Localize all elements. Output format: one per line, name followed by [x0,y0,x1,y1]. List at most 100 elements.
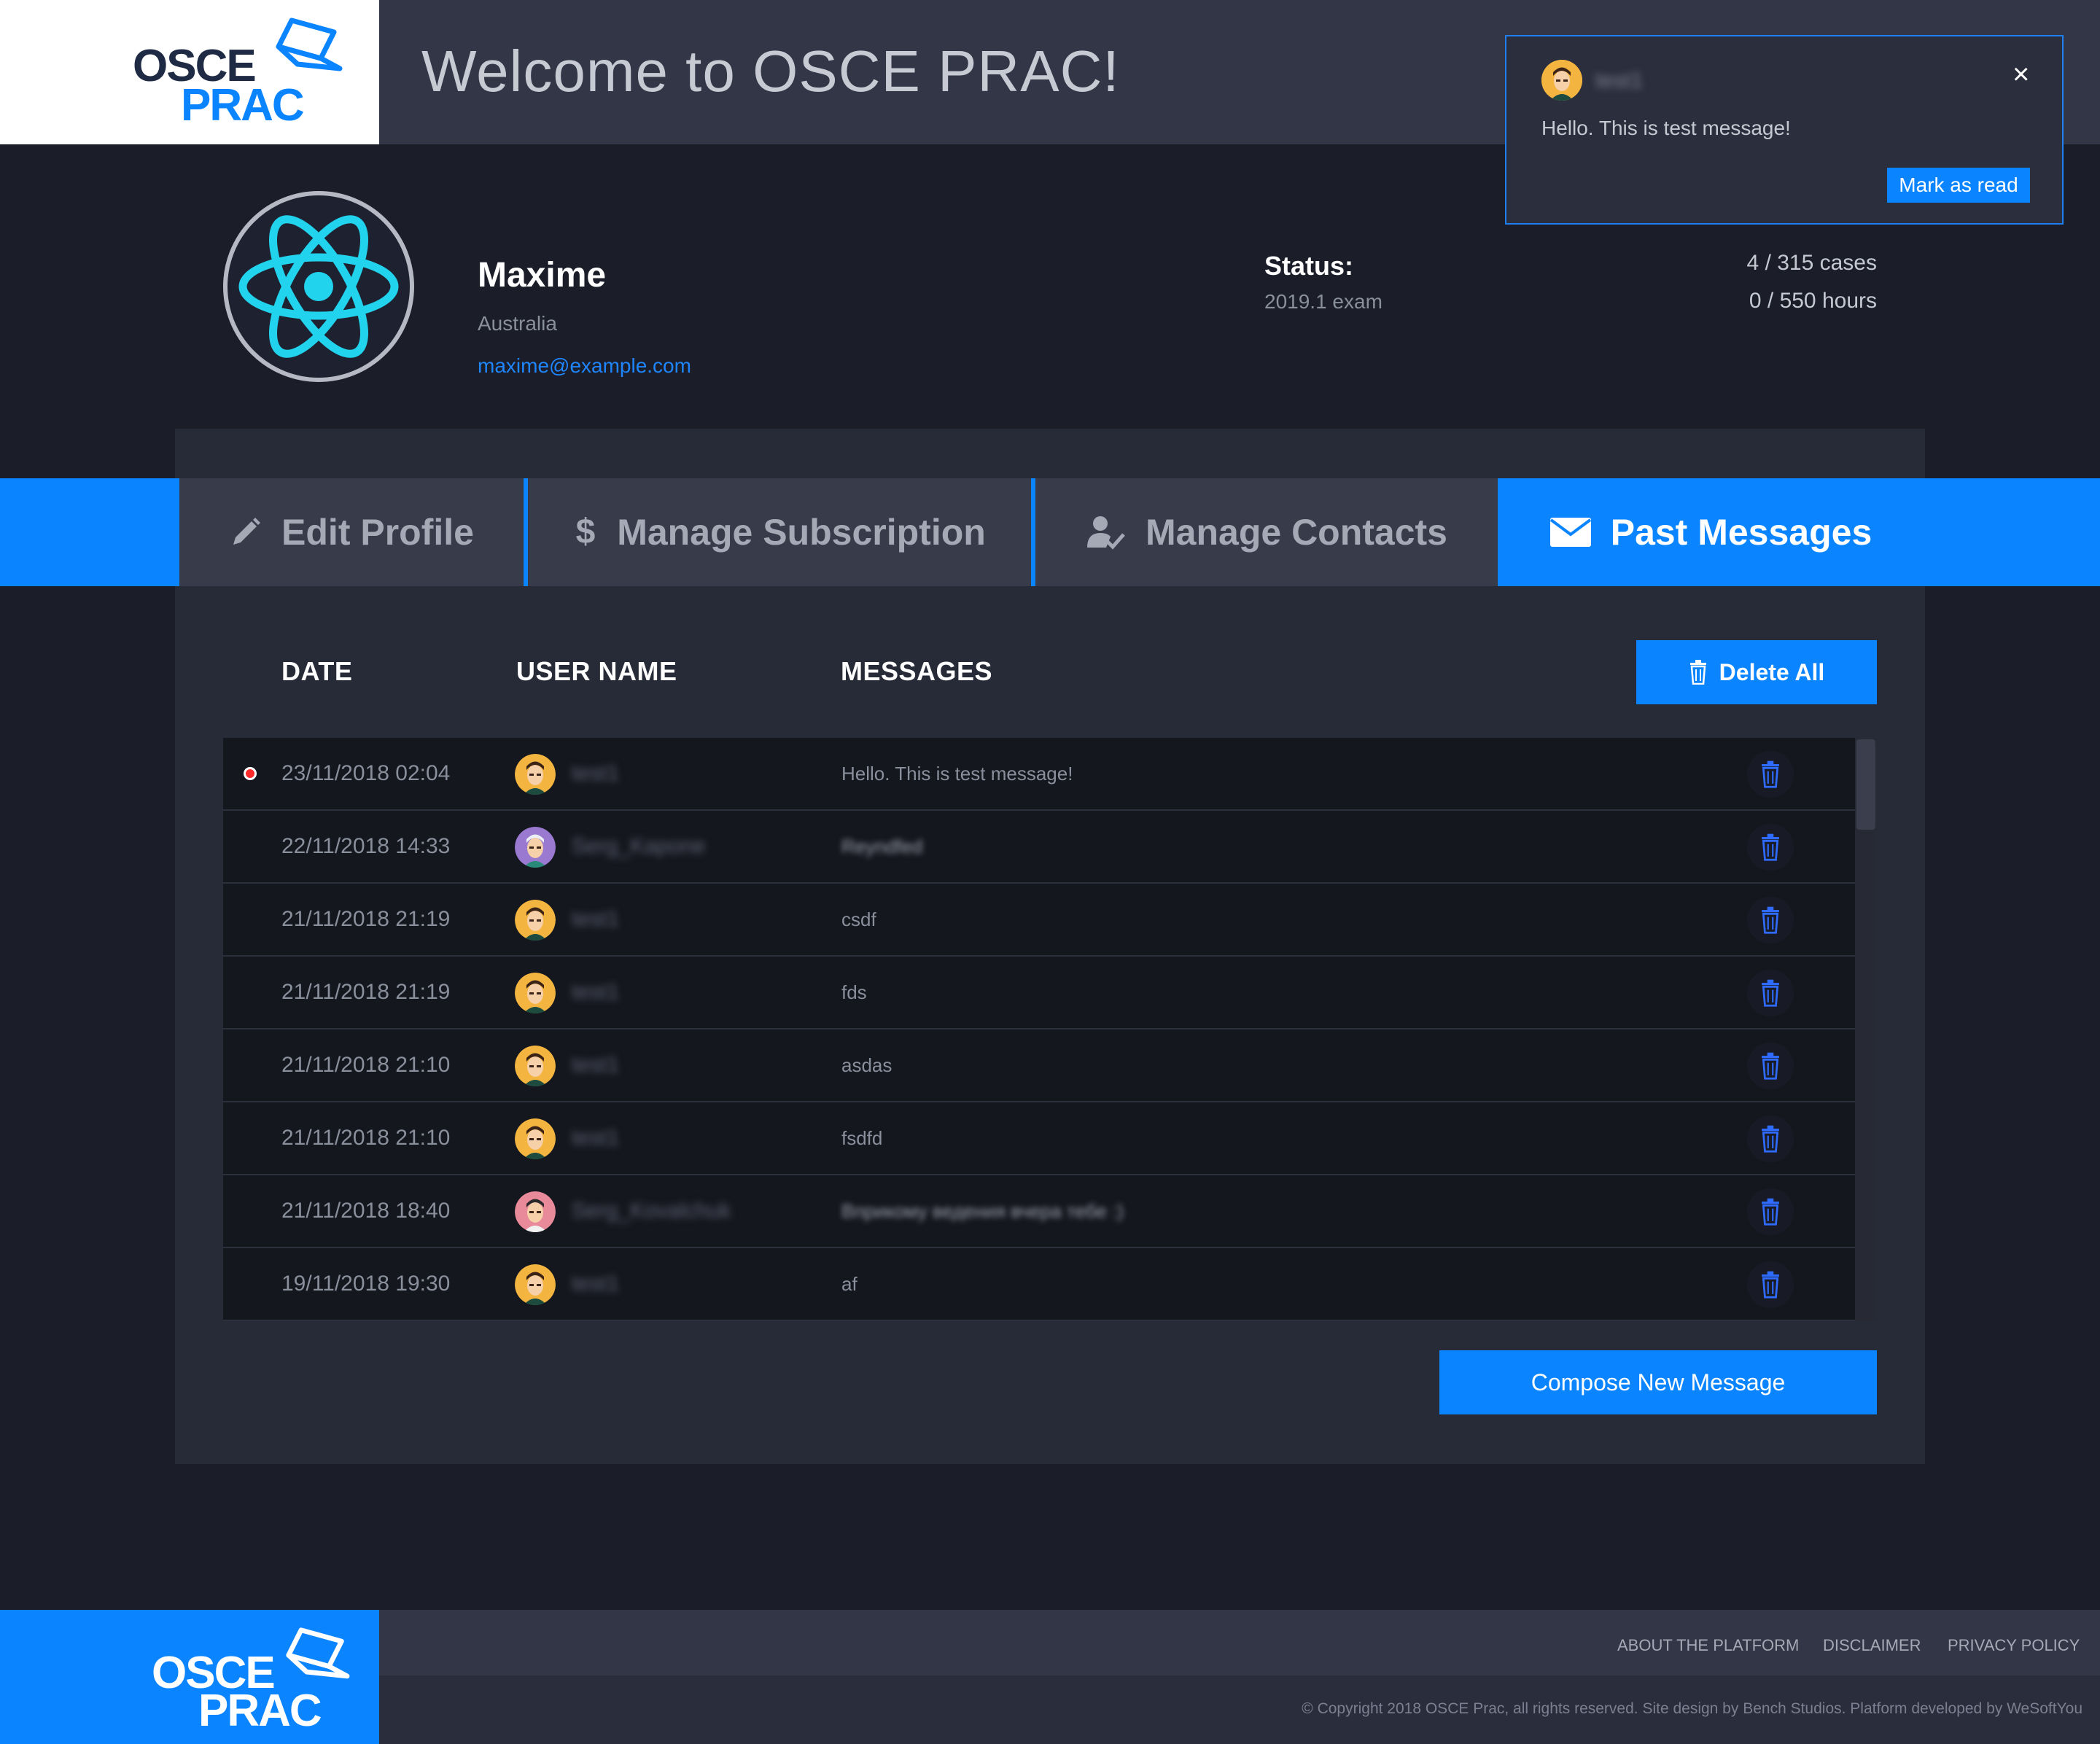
trash-icon [1762,760,1779,788]
row-username: Serg_Kapone [572,834,706,858]
row-avatar [515,1046,556,1086]
laptop-logo-icon [276,17,343,71]
row-avatar [515,1191,556,1232]
row-message: Hello. This is test message! [841,763,1073,785]
row-date: 23/11/2018 02:04 [281,761,451,785]
table-row[interactable]: 19/11/2018 19:30 test1 af [223,1248,1855,1321]
table-row[interactable]: 23/11/2018 02:04 test1 Hello. This is test… [223,738,1855,811]
footer-link-about[interactable]: ABOUT THE PLATFORM [1617,1636,1799,1655]
trash-icon [1762,979,1779,1007]
row-message: asdas [841,1054,892,1076]
tab-manage-contacts[interactable]: Manage Contacts [1035,478,1498,586]
avatar-face-icon [515,827,556,868]
tab-manage-subscription[interactable]: $ Manage Subscription [528,478,1031,586]
table-row[interactable]: 21/11/2018 21:19 test1 fds [223,957,1855,1029]
column-header-date: DATE [281,656,353,686]
notification-avatar [1541,60,1582,101]
row-username: Serg_Kovalchuk [572,1199,731,1223]
delete-all-button[interactable]: Delete All [1636,640,1877,704]
status-value: 2019.1 exam [1264,290,1382,313]
column-header-messages: MESSAGES [841,656,993,686]
row-avatar [515,1118,556,1159]
row-avatar [515,827,556,868]
delete-row-button[interactable] [1747,1116,1794,1162]
trash-icon [1689,660,1706,685]
delete-row-button[interactable] [1747,897,1794,943]
avatar-face-icon [515,1264,556,1305]
react-logo-icon [238,215,399,358]
row-message: fsdfd [841,1127,883,1149]
tab-label: Edit Profile [281,512,474,553]
tab-past-messages[interactable]: Past Messages [1501,478,1921,586]
row-avatar [515,973,556,1013]
row-message: fds [841,981,867,1003]
profile-email[interactable]: maxime@example.com [478,354,691,378]
profile-country: Australia [478,312,557,335]
row-message: csdf [841,908,876,930]
status-label: Status: [1264,251,1354,281]
row-username: test1 [572,907,620,931]
profile-avatar [223,191,414,382]
tab-label: Manage Contacts [1146,512,1447,553]
row-message: af [841,1273,858,1295]
trash-icon [1762,1125,1779,1153]
table-row[interactable]: 22/11/2018 14:33 Serg_Kapone Reyndfed [223,811,1855,884]
row-date: 21/11/2018 21:10 [281,1126,451,1150]
cases-progress: 4 / 315 cases [1746,251,1877,275]
footer-logo-line-prac: PRAC [198,1686,322,1736]
row-date: 21/11/2018 18:40 [281,1199,451,1223]
delete-row-button[interactable] [1747,1261,1794,1308]
trash-icon [1762,906,1779,934]
scrollbar-thumb[interactable] [1856,739,1875,830]
mark-as-read-button[interactable]: Mark as read [1887,168,2030,203]
compose-new-message-button[interactable]: Compose New Message [1439,1350,1877,1414]
row-date: 21/11/2018 21:10 [281,1053,451,1077]
user-check-icon [1087,516,1125,550]
table-row[interactable]: 21/11/2018 18:40 Serg_Kovalchuk Вприкому в… [223,1175,1855,1248]
table-row[interactable]: 21/11/2018 21:10 test1 asdas [223,1029,1855,1102]
delete-row-button[interactable] [1747,1188,1794,1235]
envelope-icon [1549,518,1591,547]
profile-name: Maxime [478,256,607,295]
table-row[interactable]: 21/11/2018 21:10 test1 fsdfd [223,1102,1855,1175]
delete-row-button[interactable] [1747,751,1794,798]
delete-row-button[interactable] [1747,824,1794,871]
logo-line-prac: PRAC [181,80,305,131]
copyright-text: © Copyright 2018 OSCE Prac, all rights r… [1302,1700,2082,1717]
row-username: test1 [572,980,620,1004]
avatar-face-icon [515,1046,556,1086]
trash-icon [1762,1198,1779,1226]
avatar-face-icon [515,1191,556,1232]
notification-message: Hello. This is test message! [1541,117,1791,139]
delete-row-button[interactable] [1747,1043,1794,1089]
footer-link-privacy[interactable]: PRIVACY POLICY [1948,1636,2080,1655]
delete-all-label: Delete All [1719,658,1825,685]
avatar-face-icon [515,754,556,795]
notification-username: test1 [1595,69,1644,93]
avatar-face-icon [1541,60,1582,101]
footer-laptop-logo-icon [286,1627,350,1679]
row-avatar [515,1264,556,1305]
row-username: test1 [572,1053,620,1077]
row-message: Reyndfed [841,836,923,857]
table-row[interactable]: 21/11/2018 21:19 test1 csdf [223,884,1855,957]
tab-label: Past Messages [1610,512,1872,553]
svg-text:$: $ [576,514,596,550]
unread-indicator [244,767,257,780]
footer-link-disclaimer[interactable]: DISCLAIMER [1823,1636,1921,1655]
row-date: 19/11/2018 19:30 [281,1272,451,1296]
column-header-user: USER NAME [516,656,677,686]
delete-row-button[interactable] [1747,970,1794,1016]
row-avatar [515,900,556,941]
footer-logo[interactable]: OSCE PRAC [0,1610,379,1744]
header-logo[interactable]: OSCE PRAC [0,0,379,144]
close-icon[interactable]: × [2012,58,2029,91]
tab-edit-profile[interactable]: Edit Profile [179,478,524,586]
row-message: Вприкому ведения вчера тебе :) [841,1200,1124,1222]
row-avatar [515,754,556,795]
row-date: 21/11/2018 21:19 [281,980,451,1004]
trash-icon [1762,1271,1779,1299]
avatar-face-icon [515,900,556,941]
messages-table: 23/11/2018 02:04 test1 Hello. This is test… [223,738,1877,1321]
row-date: 21/11/2018 21:19 [281,907,451,931]
